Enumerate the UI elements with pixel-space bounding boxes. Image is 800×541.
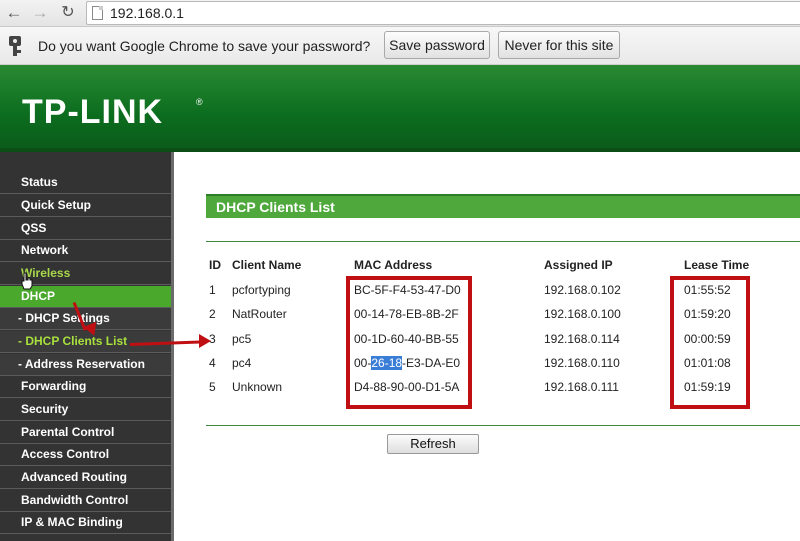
cell-assigned-ip: 192.168.0.100 — [544, 307, 621, 321]
save-password-infobar: Do you want Google Chrome to save your p… — [0, 27, 800, 65]
arrow-head-long — [199, 334, 211, 348]
sidebar-item-quick-setup[interactable]: Quick Setup — [0, 195, 171, 217]
page-title: DHCP Clients List — [216, 199, 335, 215]
hand-cursor-icon — [21, 272, 33, 290]
sidebar: Status Quick Setup QSS Network Wireless … — [0, 152, 174, 541]
mac-address-highlight-box — [346, 276, 472, 409]
column-header-assigned-ip: Assigned IP — [544, 258, 613, 272]
cell-assigned-ip: 192.168.0.102 — [544, 283, 621, 297]
back-icon[interactable]: ← — [4, 3, 24, 23]
cell-assigned-ip: 192.168.0.110 — [544, 356, 620, 370]
key-icon — [9, 36, 23, 56]
url-text: 192.168.0.1 — [110, 5, 184, 21]
sidebar-item-ip-mac-binding[interactable]: IP & MAC Binding — [0, 512, 171, 534]
divider-bottom — [206, 425, 800, 426]
save-password-button[interactable]: Save password — [384, 31, 490, 59]
title-bar: DHCP Clients List — [206, 194, 800, 218]
reload-icon[interactable]: ↻ — [58, 3, 78, 23]
lease-time-highlight-box — [670, 276, 750, 409]
page-icon — [92, 6, 103, 20]
screen: ← → ↻ 192.168.0.1 Do you want Google Chr… — [0, 0, 800, 541]
cell-assigned-ip: 192.168.0.111 — [544, 380, 619, 394]
sidebar-item-address-reservation[interactable]: - Address Reservation — [0, 354, 171, 376]
refresh-button[interactable]: Refresh — [387, 434, 479, 454]
sidebar-item-advanced-routing[interactable]: Advanced Routing — [0, 467, 171, 489]
cell-id: 4 — [209, 356, 216, 370]
sidebar-item-qss[interactable]: QSS — [0, 218, 171, 240]
column-header-mac-address: MAC Address — [354, 258, 433, 272]
sidebar-item-security[interactable]: Security — [0, 399, 171, 421]
sidebar-item-forwarding[interactable]: Forwarding — [0, 376, 171, 398]
infobar-message: Do you want Google Chrome to save your p… — [38, 38, 371, 54]
never-for-this-site-button[interactable]: Never for this site — [498, 31, 620, 59]
cell-client-name: pcfortyping — [232, 283, 291, 297]
sidebar-item-access-control[interactable]: Access Control — [0, 444, 171, 466]
sidebar-item-parental-control[interactable]: Parental Control — [0, 422, 171, 444]
router-header: TP-LINK ® — [0, 65, 800, 152]
registered-mark: ® — [196, 97, 203, 107]
cell-id: 5 — [209, 380, 216, 394]
column-header-client-name: Client Name — [232, 258, 302, 272]
address-bar[interactable]: 192.168.0.1 — [86, 1, 800, 25]
cell-client-name: pc5 — [232, 332, 252, 346]
cell-assigned-ip: 192.168.0.114 — [544, 332, 620, 346]
column-header-lease-time: Lease Time — [684, 258, 750, 272]
sidebar-item-bandwidth-control[interactable]: Bandwidth Control — [0, 490, 171, 512]
cell-client-name: Unknown — [232, 380, 283, 394]
column-header-id: ID — [209, 258, 221, 272]
tp-link-logo: TP-LINK — [22, 93, 164, 131]
sidebar-item-status[interactable]: Status — [0, 172, 171, 194]
forward-icon[interactable]: → — [30, 3, 50, 23]
browser-toolbar: ← → ↻ 192.168.0.1 — [0, 0, 800, 27]
divider-top — [206, 241, 800, 242]
sidebar-item-network[interactable]: Network — [0, 240, 171, 262]
cell-id: 1 — [209, 283, 216, 297]
cell-client-name: NatRouter — [232, 307, 287, 321]
cell-client-name: pc4 — [232, 356, 252, 370]
cell-id: 2 — [209, 307, 216, 321]
